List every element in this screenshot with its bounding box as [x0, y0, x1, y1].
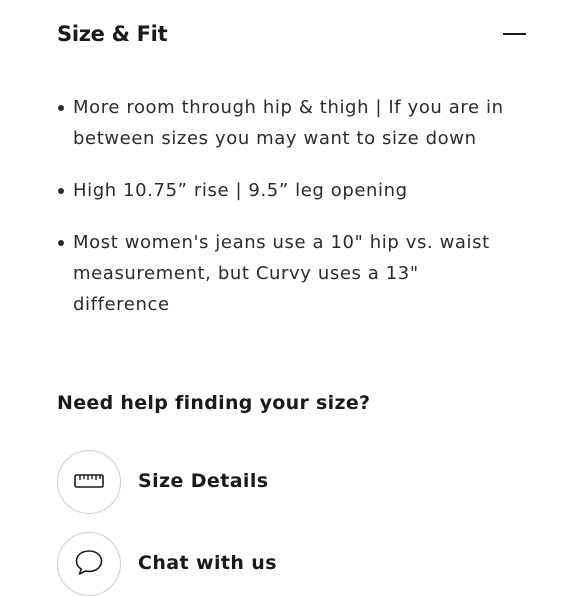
bullet-dot-icon	[58, 240, 64, 246]
bullet-dot-icon	[58, 105, 64, 111]
chat-with-us-label: Chat with us	[138, 552, 277, 574]
list-item: More room through hip & thigh | If you a…	[57, 92, 517, 154]
bullet-text: High 10.75” rise | 9.5” leg opening	[73, 180, 408, 201]
size-fit-bullet-list: More room through hip & thigh | If you a…	[57, 92, 517, 341]
minus-icon[interactable]	[503, 33, 526, 35]
chat-with-us-button[interactable]: Chat with us	[57, 532, 357, 596]
list-item: Most women's jeans use a 10" hip vs. wai…	[57, 227, 517, 320]
section-title: Size & Fit	[57, 22, 168, 46]
bullet-text: More room through hip & thigh | If you a…	[73, 97, 504, 149]
icon-circle	[57, 450, 121, 514]
help-heading: Need help finding your size?	[57, 392, 371, 414]
size-details-label: Size Details	[138, 470, 269, 492]
ruler-icon	[74, 473, 104, 492]
icon-circle	[57, 532, 121, 596]
size-details-button[interactable]: Size Details	[57, 450, 357, 514]
bullet-dot-icon	[58, 188, 64, 194]
chat-bubble-icon	[74, 548, 104, 580]
size-fit-accordion-header[interactable]: Size & Fit	[57, 14, 527, 58]
list-item: High 10.75” rise | 9.5” leg opening	[57, 175, 517, 206]
bullet-text: Most women's jeans use a 10" hip vs. wai…	[73, 232, 490, 315]
